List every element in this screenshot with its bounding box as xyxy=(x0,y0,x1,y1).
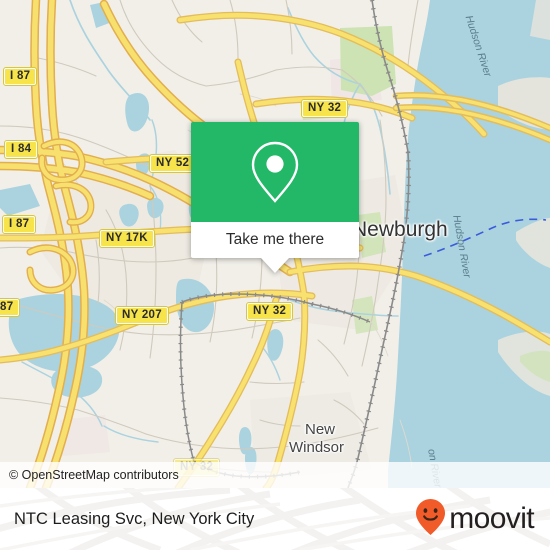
moovit-wordmark: moovit xyxy=(449,502,534,535)
attribution-text: © OpenStreetMap contributors xyxy=(9,468,179,482)
callout-header xyxy=(191,122,359,222)
callout-action[interactable]: Take me there xyxy=(191,222,359,258)
moovit-smiley-pin-icon xyxy=(415,498,446,541)
place-label-newburgh: Newburgh xyxy=(352,218,448,241)
take-me-there-callout[interactable]: Take me there xyxy=(191,122,359,273)
highway-shield: NY 207 xyxy=(115,306,169,325)
highway-shield: NY 52 xyxy=(148,154,197,173)
highway-shield: NY 32 xyxy=(300,99,349,118)
highway-shield: NY 32 xyxy=(245,302,294,321)
highway-shield: I 87 xyxy=(2,67,38,86)
map-screenshot: I 87 I 84 NY 52 NY 32 I 87 NY 17K 87 NY … xyxy=(0,0,550,550)
footer-bar: NTC Leasing Svc, New York City moovit xyxy=(0,488,550,550)
callout-label: Take me there xyxy=(225,231,325,248)
callout-pointer xyxy=(261,258,289,273)
place-label-new-windsor-line2: Windsor xyxy=(289,439,345,456)
highway-shield: I 84 xyxy=(3,140,39,159)
map-attribution[interactable]: © OpenStreetMap contributors xyxy=(0,462,550,488)
highway-shield: 87 xyxy=(0,298,21,317)
moovit-logo[interactable]: moovit xyxy=(415,498,535,541)
map-pin-icon xyxy=(247,139,303,205)
location-title: NTC Leasing Svc, New York City xyxy=(14,509,255,528)
highway-shield: I 87 xyxy=(1,215,37,234)
highway-shield: NY 17K xyxy=(99,229,155,248)
place-label-new-windsor-line1: New xyxy=(305,421,336,438)
